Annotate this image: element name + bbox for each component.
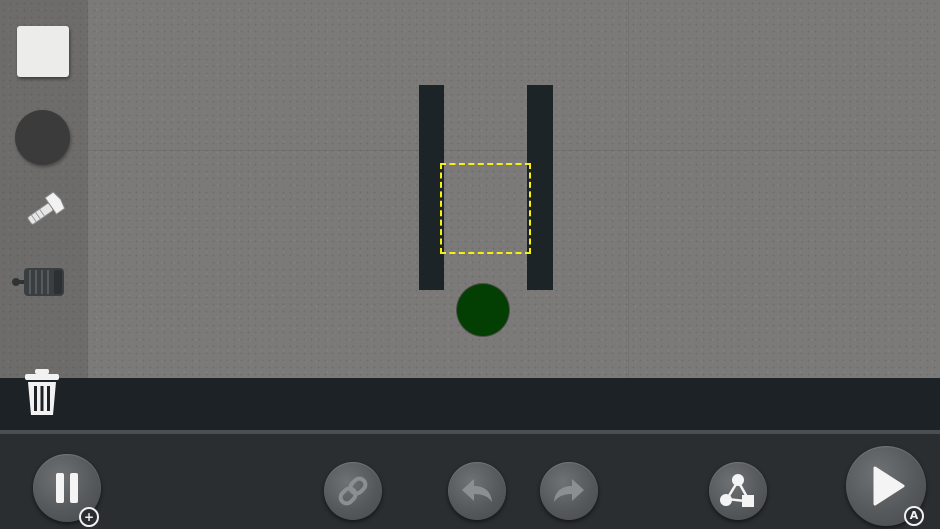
- link-icon: [338, 476, 368, 506]
- add-badge: +: [79, 507, 99, 527]
- square-icon[interactable]: [17, 26, 69, 77]
- auto-badge: A: [904, 506, 924, 526]
- motor-icon[interactable]: [8, 262, 68, 302]
- undo-icon: [462, 479, 492, 502]
- tile-seam: [88, 150, 940, 151]
- goal-zone: [440, 163, 531, 254]
- play-button[interactable]: A: [846, 446, 926, 526]
- undo-button[interactable]: [448, 462, 506, 520]
- structure-button[interactable]: [709, 462, 767, 520]
- pause-button[interactable]: +: [33, 454, 101, 527]
- play-area[interactable]: [0, 0, 940, 378]
- redo-icon: [554, 479, 584, 502]
- circle-icon[interactable]: [15, 110, 70, 165]
- tool-palette: [0, 0, 88, 378]
- link-button[interactable]: [324, 462, 382, 520]
- trash-icon[interactable]: [22, 367, 62, 417]
- shapes-icon: [720, 474, 754, 507]
- redo-button[interactable]: [540, 462, 598, 520]
- tile-seam: [628, 0, 629, 378]
- green-ball[interactable]: [457, 284, 509, 336]
- bolt-icon[interactable]: [22, 190, 68, 230]
- status-bar: [0, 378, 940, 430]
- bottom-toolbar: + A: [0, 434, 940, 529]
